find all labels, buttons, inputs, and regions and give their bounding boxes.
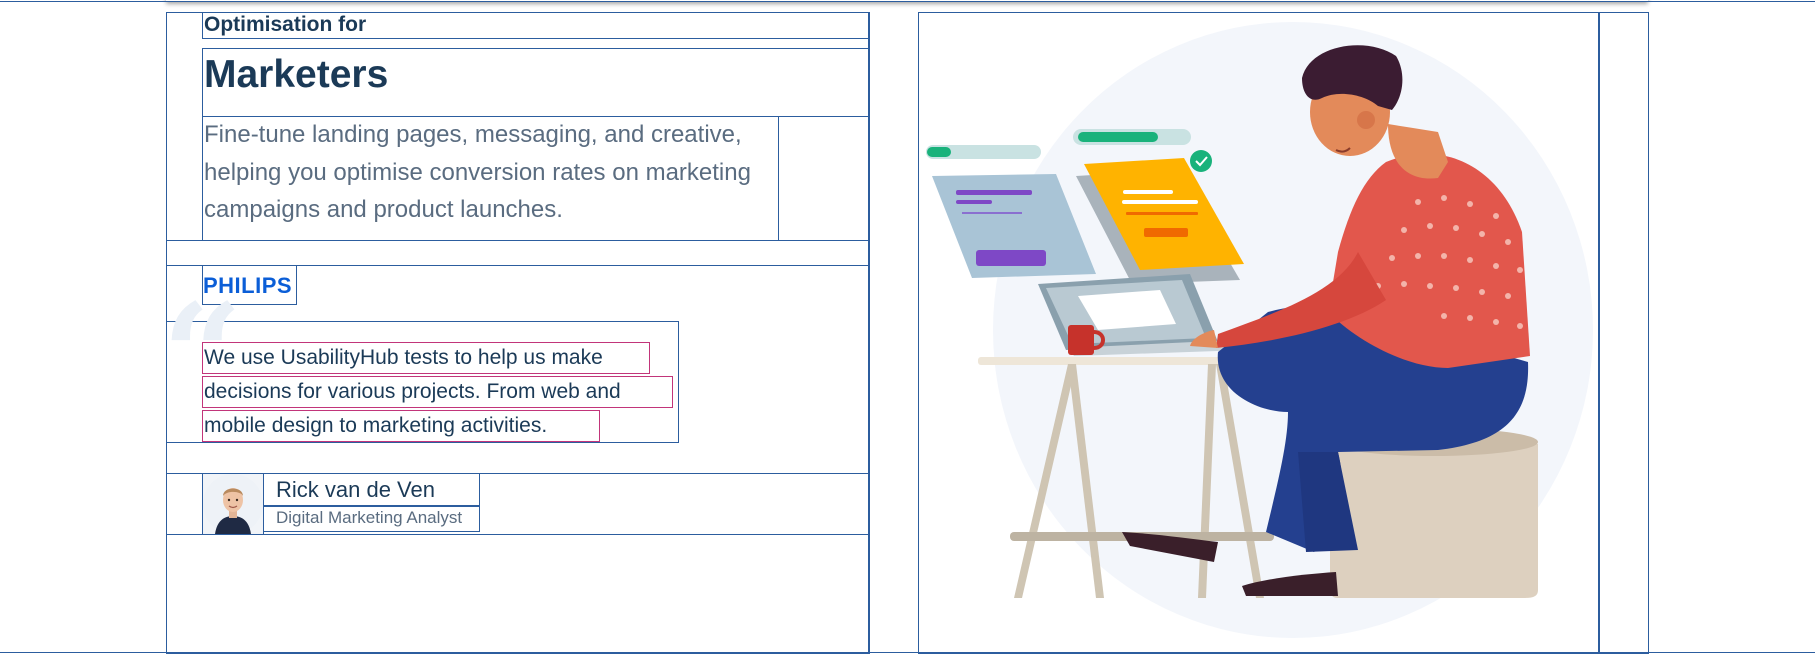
right-gutter-outline — [1598, 12, 1649, 654]
author-role: Digital Marketing Analyst — [276, 508, 463, 527]
author-name: Rick van de Ven — [276, 477, 435, 502]
top-divider — [0, 1, 1815, 2]
quote-line-3: mobile design to marketing activities. — [204, 414, 548, 437]
avatar — [203, 474, 263, 534]
section-description: Fine-tune landing pages, messaging, and … — [204, 121, 751, 223]
spacer-outline — [166, 240, 870, 266]
section-eyebrow: Optimisation for — [204, 13, 367, 36]
quote-line-2: decisions for various projects. From web… — [204, 380, 621, 403]
section-title: Marketers — [204, 53, 389, 96]
person-at-laptop-illustration — [918, 12, 1598, 652]
quote-line-1: We use UsabilityHub tests to help us mak… — [204, 346, 603, 369]
